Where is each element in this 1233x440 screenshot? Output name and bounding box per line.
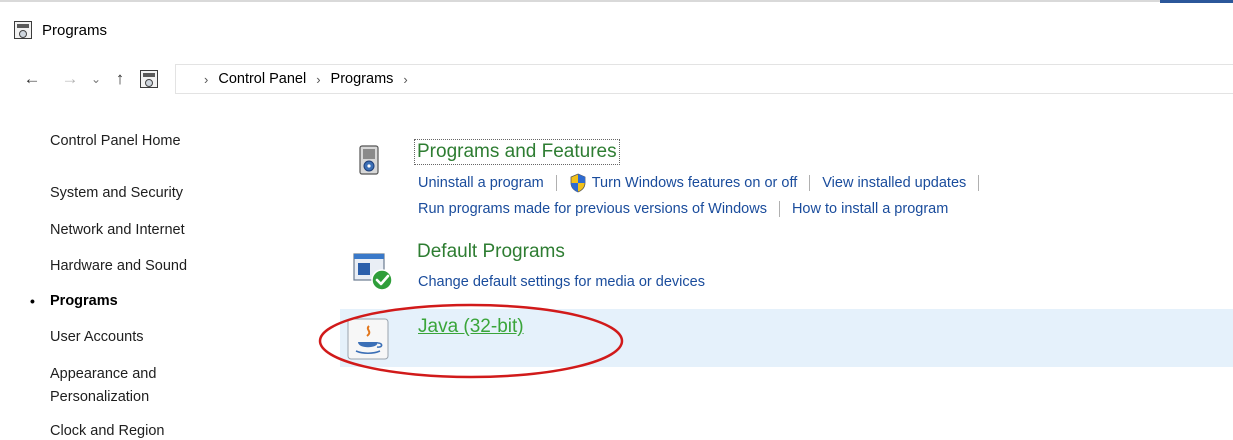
breadcrumb: › Control Panel › Programs › [194, 64, 418, 94]
control-panel-icon [140, 70, 158, 88]
breadcrumb-separator[interactable]: › [204, 72, 208, 87]
forward-arrow-icon[interactable]: → [58, 69, 82, 89]
sidebar-item-personalization[interactable]: Personalization [50, 388, 149, 406]
window-title: Programs [42, 21, 108, 39]
java-title[interactable]: Java (32-bit) [418, 316, 524, 338]
window-top-border [0, 0, 1233, 2]
breadcrumb-separator[interactable]: › [316, 72, 320, 87]
sidebar-item-hardware-sound[interactable]: Hardware and Sound [50, 257, 187, 275]
sidebar-item-network-internet[interactable]: Network and Internet [50, 221, 185, 239]
active-bullet: • [30, 293, 35, 309]
java-icon [347, 318, 389, 360]
default-programs-icon [353, 253, 393, 291]
sidebar-item-appearance[interactable]: Appearance and [50, 365, 156, 383]
turn-windows-features-link[interactable]: Turn Windows features on or off [592, 175, 798, 191]
divider [809, 175, 811, 191]
programs-features-icon [359, 145, 379, 175]
window-top-accent [1160, 0, 1233, 3]
address-bar: ← → ⌄ ↑ › Control Panel › Programs › [20, 64, 1233, 94]
sidebar-item-control-panel-home[interactable]: Control Panel Home [50, 132, 181, 150]
divider [555, 175, 557, 191]
up-arrow-icon[interactable]: ↑ [108, 69, 132, 89]
breadcrumb-separator[interactable]: › [403, 72, 407, 87]
programs-features-title[interactable]: Programs and Features [414, 139, 620, 165]
programs-features-links-row-1: Uninstall a program Turn Windows feature… [418, 173, 991, 193]
sidebar-item-programs: • Programs [30, 292, 118, 310]
uac-shield-icon [570, 173, 586, 193]
breadcrumb-programs[interactable]: Programs [331, 71, 394, 87]
default-programs-title[interactable]: Default Programs [417, 241, 565, 263]
sidebar-item-user-accounts[interactable]: User Accounts [50, 328, 144, 346]
programs-features-links-row-2: Run programs made for previous versions … [418, 201, 948, 217]
sidebar-item-clock-region[interactable]: Clock and Region [50, 422, 164, 440]
title-bar: Programs [14, 18, 107, 42]
uninstall-program-link[interactable]: Uninstall a program [418, 175, 544, 191]
back-arrow-icon[interactable]: ← [20, 69, 44, 89]
view-installed-updates-link[interactable]: View installed updates [822, 175, 966, 191]
control-panel-icon [14, 21, 32, 39]
change-default-settings-link[interactable]: Change default settings for media or dev… [418, 274, 705, 290]
breadcrumb-control-panel[interactable]: Control Panel [218, 71, 306, 87]
how-to-install-link[interactable]: How to install a program [792, 201, 948, 217]
run-old-programs-link[interactable]: Run programs made for previous versions … [418, 201, 767, 217]
chevron-down-icon[interactable]: ⌄ [88, 72, 104, 86]
divider [778, 201, 780, 217]
divider [978, 175, 980, 191]
default-programs-links: Change default settings for media or dev… [418, 274, 705, 290]
sidebar-item-system-security[interactable]: System and Security [50, 184, 183, 202]
sidebar-item-label: Programs [50, 293, 118, 309]
